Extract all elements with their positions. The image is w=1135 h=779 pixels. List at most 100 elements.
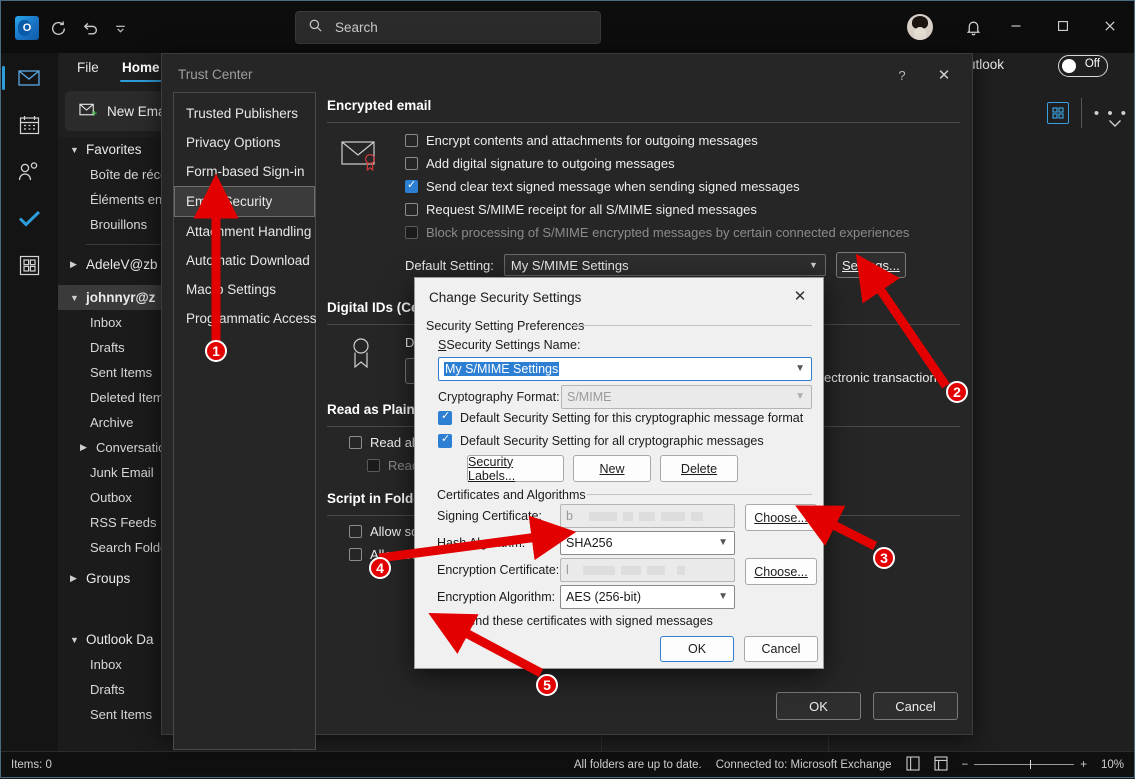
rail-item-apps[interactable]	[12, 248, 46, 282]
sidebar-item-email-security[interactable]: Email Security	[174, 186, 315, 217]
digital-ids-trailing-text: ectronic transactions.	[824, 370, 947, 385]
zoom-in-button[interactable]: +	[1080, 759, 1087, 771]
search-input[interactable]: Search	[295, 11, 601, 44]
change-security-settings-dialog: Change Security Settings ✕ Security Sett…	[414, 277, 824, 669]
ribbon-collapse-chevron-icon[interactable]	[1108, 115, 1122, 133]
new-email-label: New Ema	[107, 104, 166, 119]
nav-item-programmatic-access[interactable]: Programmatic Access	[174, 304, 315, 333]
help-icon[interactable]: ?	[888, 62, 916, 88]
label-text: Security Settings Name:	[446, 338, 580, 352]
chevron-right-icon: ▶	[70, 259, 80, 270]
security-labels-label: Security Labels...	[468, 455, 563, 483]
status-connection-text: Connected to: Microsoft Exchange	[716, 759, 892, 771]
normal-view-icon[interactable]	[906, 756, 920, 774]
delete-button[interactable]: Delete	[660, 455, 738, 482]
folder-group-label: AdeleV@zb	[86, 257, 158, 272]
nav-item-automatic-download[interactable]: Automatic Download	[174, 246, 315, 275]
checkbox-row-send-clear-text[interactable]: Send clear text signed message when send…	[405, 179, 960, 194]
checkbox-row-block-processing: Block processing of S/MIME encrypted mes…	[405, 225, 960, 240]
rail-item-todo[interactable]	[12, 201, 46, 235]
checkbox-row-request-smime-receipt[interactable]: Request S/MIME receipt for all S/MIME si…	[405, 202, 960, 217]
encryption-algorithm-value: AES (256-bit)	[566, 590, 641, 604]
checkbox-send-clear-text[interactable]	[405, 180, 418, 193]
trust-center-footer: OK Cancel	[776, 692, 958, 720]
trust-center-ok-button[interactable]: OK	[776, 692, 861, 720]
security-settings-cancel-button[interactable]: Cancel	[744, 636, 818, 662]
choose-encryption-certificate-button[interactable]: Choose...	[745, 558, 817, 585]
security-settings-name-combobox[interactable]: My S/MIME Settings ▼	[438, 357, 812, 381]
tab-home[interactable]: Home	[114, 57, 168, 78]
choose-label: Choose...	[754, 511, 808, 525]
encrypted-mail-icon	[341, 139, 383, 178]
group-label-certificates: Certificates and Algorithms	[437, 488, 586, 502]
new-outlook-toggle[interactable]: Off	[1058, 55, 1108, 77]
checkbox-row-encrypt-contents[interactable]: Encrypt contents and attachments for out…	[405, 133, 960, 148]
outlook-window: O Search	[0, 0, 1135, 778]
section-heading-encrypted-email: Encrypted email	[327, 98, 960, 113]
checkbox-default-all-messages[interactable]	[438, 434, 452, 448]
checkbox-allow-script-public[interactable]	[349, 548, 362, 561]
checkbox-default-this-format[interactable]	[438, 411, 452, 425]
encryption-algorithm-dropdown[interactable]: AES (256-bit) ▼	[560, 585, 735, 609]
nav-item-attachment-handling[interactable]: Attachment Handling	[174, 217, 315, 246]
hash-algorithm-dropdown[interactable]: SHA256 ▼	[560, 531, 735, 555]
security-labels-button[interactable]: Security Labels...	[467, 455, 564, 482]
checkbox-allow-script-shared[interactable]	[349, 525, 362, 538]
avatar[interactable]	[907, 14, 933, 40]
redaction-bar	[661, 512, 685, 521]
security-settings-ok-button[interactable]: OK	[660, 636, 734, 662]
chevron-down-icon: ▼	[70, 145, 80, 155]
checkbox-add-digital-signature[interactable]	[405, 157, 418, 170]
notifications-bell-icon[interactable]	[961, 15, 985, 39]
rail-item-calendar[interactable]	[12, 108, 46, 142]
checkbox-encrypt-contents[interactable]	[405, 134, 418, 147]
rail-item-mail[interactable]	[12, 61, 46, 95]
undo-icon[interactable]	[77, 15, 103, 41]
group-label-preferences: Security Setting Preferences	[426, 319, 584, 333]
chevron-down-icon: ▼	[70, 635, 80, 645]
settings-button[interactable]: Settings...	[836, 252, 906, 278]
encryption-certificate-value: l	[566, 563, 569, 577]
nav-item-trusted-publishers[interactable]: Trusted Publishers	[174, 99, 315, 128]
checkbox-row-add-digital-signature[interactable]: Add digital signature to outgoing messag…	[405, 156, 960, 171]
checkbox-label: Request S/MIME receipt for all S/MIME si…	[426, 202, 757, 217]
zoom-slider[interactable]: − +	[962, 759, 1087, 771]
checkbox-read-all-standard[interactable]	[349, 436, 362, 449]
reading-view-icon[interactable]	[934, 756, 948, 774]
refresh-icon[interactable]	[45, 15, 71, 41]
zoom-track[interactable]	[974, 764, 1074, 765]
tab-file[interactable]: File	[69, 57, 107, 78]
window-close-button[interactable]	[1088, 9, 1132, 43]
cryptography-format-combobox: S/MIME ▼	[561, 385, 812, 409]
new-button[interactable]: New	[573, 455, 651, 482]
nav-item-macro-settings[interactable]: Macro Settings	[174, 275, 315, 304]
apps-grid-icon[interactable]	[1047, 102, 1069, 124]
settings-button-label: Settings...	[842, 258, 900, 273]
nav-item-privacy-options[interactable]: Privacy Options	[174, 128, 315, 157]
redaction-bar	[691, 512, 703, 521]
default-setting-dropdown[interactable]: My S/MIME Settings ▼	[504, 254, 826, 276]
redaction-bar	[589, 512, 617, 521]
hash-algorithm-value: SHA256	[566, 536, 613, 550]
nav-item-form-based-sign-in[interactable]: Form-based Sign-in	[174, 157, 315, 186]
chevron-down-icon: ▼	[795, 391, 805, 402]
window-minimize-button[interactable]	[994, 9, 1038, 43]
checkbox-send-certificates[interactable]	[438, 614, 452, 628]
zoom-out-button[interactable]: −	[962, 759, 969, 771]
checkbox-request-smime-receipt[interactable]	[405, 203, 418, 216]
group-rule	[587, 494, 812, 495]
rail-item-people[interactable]	[12, 155, 46, 189]
window-maximize-button[interactable]	[1041, 9, 1085, 43]
customize-quick-access-chevron-icon[interactable]	[107, 15, 133, 41]
trust-center-cancel-button[interactable]: Cancel	[873, 692, 958, 720]
redaction-bar	[639, 512, 655, 521]
trust-center-close-icon[interactable]: ✕	[928, 62, 960, 88]
dialog-close-icon[interactable]: ✕	[783, 283, 817, 309]
label-send-certificates: Send these certificates with signed mess…	[460, 614, 713, 628]
delete-label: Delete	[681, 462, 717, 476]
choose-signing-certificate-button[interactable]: Choose...	[745, 504, 817, 531]
search-icon	[308, 18, 323, 38]
outlook-logo-icon: O	[15, 16, 39, 40]
checkbox-label: Add digital signature to outgoing messag…	[426, 156, 675, 171]
checkbox-block-processing	[405, 226, 418, 239]
